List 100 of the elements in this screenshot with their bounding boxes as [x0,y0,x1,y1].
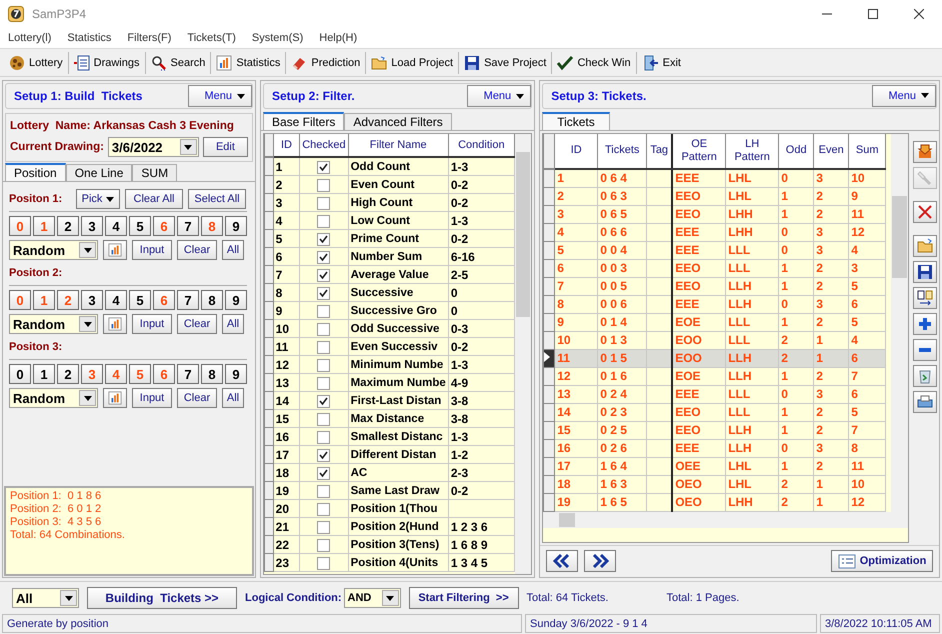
menu-item[interactable]: Filters(F) [119,32,180,44]
menu-item[interactable]: Tickets(T) [179,32,244,44]
input-button[interactable]: Input [132,240,172,260]
all-button[interactable]: All [222,314,244,334]
column-header[interactable]: Odd [778,134,814,169]
digit-button[interactable]: 7 [177,290,199,310]
digit-button[interactable]: 1 [33,364,55,384]
checkbox[interactable] [317,520,330,534]
column-header[interactable]: Tag [646,134,672,169]
menu-button[interactable]: Menu [872,84,936,107]
checkbox[interactable] [317,412,330,426]
optimization-button[interactable]: Optimization [831,550,933,572]
build-tickets-button[interactable]: Building Tickets >> [87,587,237,609]
checkbox[interactable] [317,556,330,570]
checkbox[interactable] [317,466,330,480]
digit-button[interactable]: 3 [81,290,103,310]
start-filtering-button[interactable]: Start Filtering >> [408,587,519,609]
checkbox[interactable] [317,502,330,516]
toolbar-button[interactable]: Exit [636,52,686,74]
scrollbar[interactable] [891,134,908,512]
menu-item[interactable]: Statistics [59,32,120,44]
all-button[interactable]: All [222,388,244,408]
digit-button[interactable]: 8 [201,290,223,310]
toolbar-button[interactable]: Search [146,52,212,74]
column-header[interactable]: OE Pattern [672,134,726,169]
menu-item[interactable]: Lottery(l) [0,32,60,44]
checkbox[interactable] [317,358,330,372]
digit-button[interactable]: 4 [105,216,127,236]
clear-button[interactable]: Clear [177,388,217,408]
column-header[interactable]: ID [554,134,598,169]
clear-button[interactable]: Clear [177,314,217,334]
clear-all-button[interactable]: Clear All [125,189,183,209]
drawing-dropdown[interactable]: 3/6/2022 [108,137,199,157]
delete-button[interactable] [913,200,937,223]
menu-button[interactable]: Menu [188,85,252,107]
toolbar-button[interactable]: Load Project [366,52,460,74]
digit-button[interactable]: 7 [177,216,199,236]
digit-button[interactable]: 8 [201,364,223,384]
scrollbar[interactable] [514,134,532,574]
digit-button[interactable]: 5 [129,216,151,236]
menu-button[interactable]: Menu [467,85,532,107]
toolbar-button[interactable]: Lottery [4,52,69,74]
previous-page-button[interactable] [546,550,578,572]
column-header[interactable]: Sum [848,134,886,169]
scope-dropdown[interactable]: All [12,588,79,608]
checkbox[interactable] [317,304,330,318]
select-all-button[interactable]: Select All [188,189,246,209]
menu-item[interactable]: System(S) [244,32,312,44]
add-button[interactable] [913,312,937,335]
digit-button[interactable]: 2 [57,364,79,384]
tab[interactable]: Advanced Filters [344,113,452,130]
toolbar-button[interactable]: Check Win [552,52,637,74]
mode-dropdown[interactable]: Random [9,388,98,408]
digit-button[interactable]: 0 [9,364,31,384]
mode-dropdown[interactable]: Random [9,240,98,260]
chart-button[interactable] [103,240,127,260]
edit-button[interactable]: Edit [202,137,248,157]
pick-dropdown[interactable]: Pick [76,189,120,209]
next-page-button[interactable] [584,550,616,572]
column-header[interactable]: Even [814,134,849,169]
checkbox[interactable] [317,268,330,282]
tab[interactable]: Tickets [542,112,610,130]
copy-button[interactable] [913,286,937,309]
input-button[interactable]: Input [132,314,172,334]
checkbox[interactable] [317,286,330,300]
checkbox[interactable] [317,214,330,228]
toolbar-button[interactable]: Save Project [459,52,552,74]
column-header[interactable]: Checked [300,134,348,157]
open-button[interactable] [913,234,937,257]
scrollbar[interactable] [543,512,908,528]
save-button[interactable] [913,260,937,283]
checkbox[interactable] [317,484,330,498]
toolbar-button[interactable]: Statistics [211,52,286,74]
remove-button[interactable] [913,338,937,361]
checkbox[interactable] [317,178,330,192]
digit-button[interactable]: 9 [225,216,247,236]
close-icon[interactable] [914,9,924,19]
checkbox[interactable] [317,376,330,390]
checkbox[interactable] [317,340,330,354]
recycle-button[interactable] [913,364,937,387]
clear-button[interactable]: Clear [177,240,217,260]
digit-button[interactable]: 9 [225,364,247,384]
checkbox[interactable] [317,448,330,462]
chart-button[interactable] [103,388,127,408]
column-header[interactable]: Tickets [598,134,647,169]
checkbox[interactable] [317,232,330,246]
all-button[interactable]: All [222,240,244,260]
digit-button[interactable]: 7 [177,364,199,384]
logic-dropdown[interactable]: AND [344,588,401,608]
checkbox[interactable] [317,394,330,408]
tab[interactable]: Position [5,163,66,181]
column-header[interactable]: ID [273,134,300,157]
digit-button[interactable]: 9 [225,290,247,310]
print-button[interactable] [913,390,937,413]
checkbox[interactable] [317,430,330,444]
digit-button[interactable]: 2 [57,216,79,236]
tab[interactable]: Base Filters [263,112,344,130]
checkbox[interactable] [317,538,330,552]
checkbox[interactable] [317,250,330,264]
maximize-icon[interactable] [868,9,878,19]
